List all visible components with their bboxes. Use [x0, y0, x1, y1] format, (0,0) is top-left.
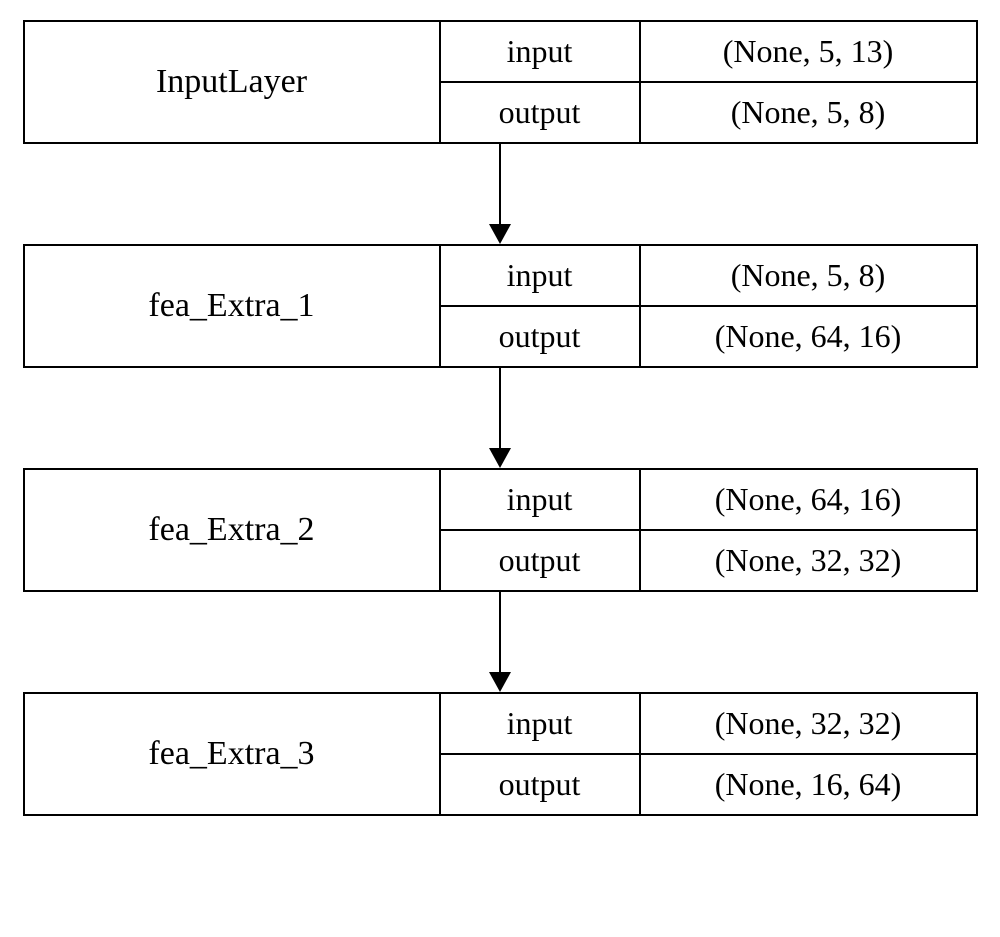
- output-label: output: [441, 83, 639, 142]
- input-shape: (None, 64, 16): [641, 470, 976, 531]
- layer-name: fea_Extra_1: [25, 246, 441, 366]
- arrow-down-icon: [489, 368, 511, 468]
- input-shape: (None, 5, 13): [641, 22, 976, 83]
- io-labels: input output: [441, 246, 641, 366]
- layer-block: fea_Extra_2 input output (None, 64, 16) …: [23, 468, 978, 592]
- input-label: input: [441, 470, 639, 531]
- output-label: output: [441, 307, 639, 366]
- layer-name: fea_Extra_2: [25, 470, 441, 590]
- input-label: input: [441, 22, 639, 83]
- output-shape: (None, 64, 16): [641, 307, 976, 366]
- layer-name: fea_Extra_3: [25, 694, 441, 814]
- layer-name: InputLayer: [25, 22, 441, 142]
- shape-values: (None, 5, 13) (None, 5, 8): [641, 22, 976, 142]
- input-label: input: [441, 246, 639, 307]
- output-shape: (None, 32, 32): [641, 531, 976, 590]
- shape-values: (None, 64, 16) (None, 32, 32): [641, 470, 976, 590]
- input-label: input: [441, 694, 639, 755]
- shape-values: (None, 5, 8) (None, 64, 16): [641, 246, 976, 366]
- io-labels: input output: [441, 470, 641, 590]
- output-label: output: [441, 531, 639, 590]
- io-labels: input output: [441, 694, 641, 814]
- layer-block: fea_Extra_1 input output (None, 5, 8) (N…: [23, 244, 978, 368]
- input-shape: (None, 32, 32): [641, 694, 976, 755]
- output-label: output: [441, 755, 639, 814]
- layer-block: fea_Extra_3 input output (None, 32, 32) …: [23, 692, 978, 816]
- output-shape: (None, 16, 64): [641, 755, 976, 814]
- layer-block: InputLayer input output (None, 5, 13) (N…: [23, 20, 978, 144]
- input-shape: (None, 5, 8): [641, 246, 976, 307]
- arrow-down-icon: [489, 592, 511, 692]
- shape-values: (None, 32, 32) (None, 16, 64): [641, 694, 976, 814]
- arrow-down-icon: [489, 144, 511, 244]
- io-labels: input output: [441, 22, 641, 142]
- output-shape: (None, 5, 8): [641, 83, 976, 142]
